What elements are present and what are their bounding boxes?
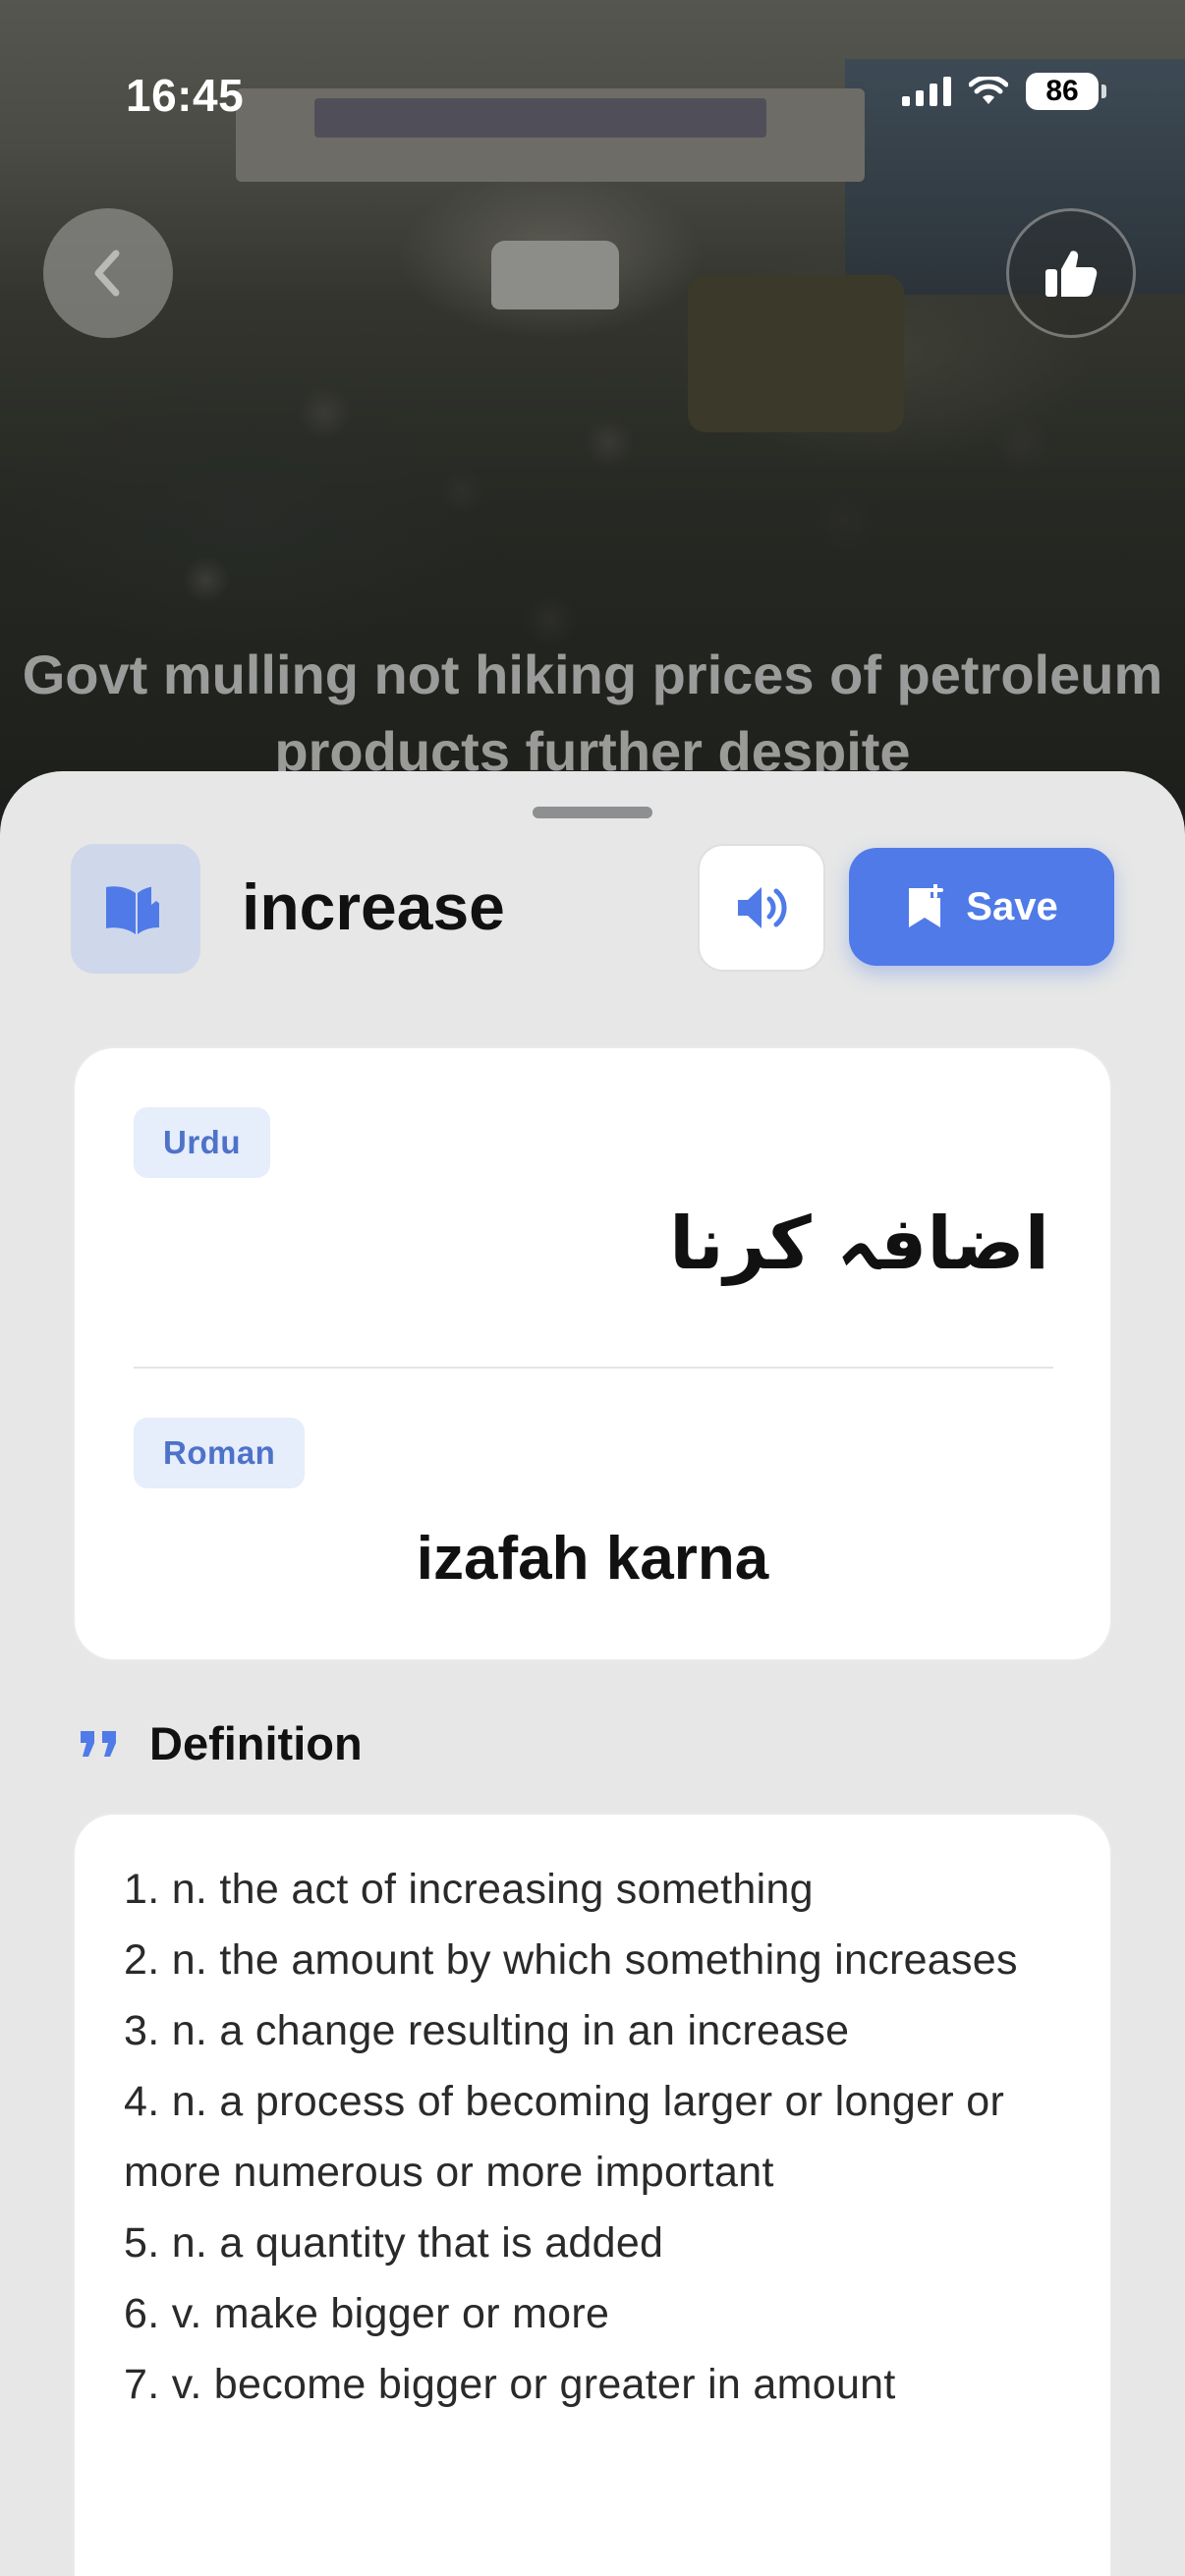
definition-item: 6. v. make bigger or more [124, 2290, 610, 2337]
roman-tag: Roman [134, 1418, 306, 1488]
chevron-left-icon [94, 250, 120, 297]
pronounce-button[interactable] [698, 844, 825, 972]
definition-card: 1. n. the act of increasing something 2.… [73, 1813, 1112, 2576]
wifi-icon [969, 77, 1008, 104]
thumbs-up-icon [1045, 251, 1098, 297]
definition-item: 3. n. a change resulting in an increase [124, 2007, 850, 2054]
photo-canopy [236, 88, 865, 182]
status-indicators: 86 [902, 73, 1106, 110]
translation-divider [134, 1367, 1053, 1369]
open-book-icon [106, 886, 161, 934]
article-headline: Govt mulling not hiking prices of petrol… [22, 644, 1163, 782]
back-button[interactable] [43, 208, 173, 338]
definition-item: 4. n. a process of becoming larger or lo… [124, 2078, 1005, 2196]
battery-indicator: 86 [1026, 73, 1106, 110]
speaker-icon [738, 887, 787, 928]
definition-list: 1. n. the act of increasing something 2.… [124, 1854, 1065, 2420]
roman-translation: izafah karna [416, 1525, 769, 1593]
definition-item: 5. n. a quantity that is added [124, 2219, 664, 2267]
translation-card: Urdu اضافہ کرنا Roman izafah karna [73, 1046, 1112, 1661]
urdu-tag: Urdu [134, 1107, 270, 1178]
word-title: increase [242, 870, 505, 943]
definition-heading: Definition [79, 1716, 363, 1770]
bookmark-add-icon [909, 884, 944, 927]
sheet-drag-handle[interactable] [533, 807, 652, 818]
definition-item: 2. n. the amount by which something incr… [124, 1936, 1018, 1984]
definition-title: Definition [149, 1717, 363, 1769]
status-time: 16:45 [126, 70, 245, 121]
definition-item: 1. n. the act of increasing something [124, 1866, 814, 1913]
quote-icon [81, 1730, 116, 1757]
definition-item: 7. v. become bigger or greater in amount [124, 2361, 896, 2408]
photo-car [491, 241, 619, 309]
save-button[interactable]: Save [849, 848, 1114, 966]
word-header: increase Save [71, 844, 1114, 976]
word-detail-sheet: increase Save Urdu اضافہ کرنا Roman izaf… [0, 771, 1185, 2576]
cellular-signal-icon [902, 77, 951, 106]
dictionary-button[interactable] [71, 844, 200, 974]
like-button[interactable] [1006, 208, 1136, 338]
save-button-label: Save [966, 884, 1058, 928]
urdu-translation: اضافہ کرنا [669, 1202, 1049, 1286]
